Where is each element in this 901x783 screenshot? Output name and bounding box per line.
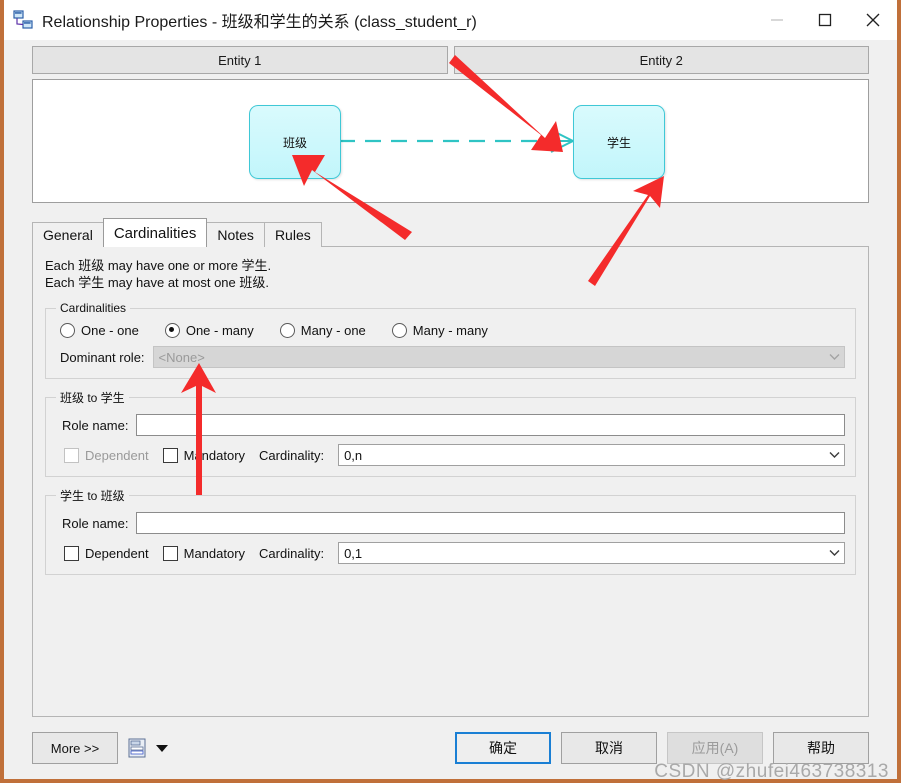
role-a-cardinality-combobox[interactable]: 0,n (338, 444, 845, 466)
radio-dot-one-many (164, 323, 180, 338)
close-button[interactable] (849, 0, 897, 40)
cardinalities-panel: Each 班级 may have one or more 学生. Each 学生… (32, 246, 869, 717)
role-a-dependent-checkbox[interactable]: Dependent (64, 447, 149, 463)
role-b-dependent-label: Dependent (85, 545, 149, 561)
description-line-2: Each 学生 may have at most one 班级. (45, 275, 269, 290)
dominant-role-value: <None> (158, 349, 205, 365)
chevron-down-icon (824, 445, 844, 465)
maximize-button[interactable] (801, 0, 849, 40)
role-a-group: 班级 to 学生 Role name: Dependent Mandatory … (45, 389, 856, 477)
ok-button[interactable]: 确定 (455, 732, 551, 764)
role-a-legend: 班级 to 学生 (60, 391, 125, 405)
radio-one-many[interactable]: One - many (164, 323, 254, 338)
help-button[interactable]: 帮助 (773, 732, 869, 764)
radio-one-one[interactable]: One - one (60, 323, 139, 338)
role-b-name-input[interactable] (136, 512, 845, 534)
role-a-mandatory-checkbox[interactable]: Mandatory (162, 447, 246, 463)
role-b-dependent-checkbox[interactable]: Dependent (64, 545, 149, 561)
radio-label-many-many: Many - many (412, 323, 488, 338)
role-a-cardinality-label: Cardinality: (259, 447, 325, 463)
window-controls (753, 0, 897, 40)
title-bar: Relationship Properties - 班级和学生的关系 (clas… (4, 0, 897, 40)
description-line-1: Each 班级 may have one or more 学生. (45, 258, 272, 273)
role-a-cardinality-value: 0,n (344, 447, 363, 463)
relationship-description: Each 班级 may have one or more 学生. Each 学生… (45, 257, 856, 291)
role-b-legend: 学生 to 班级 (60, 489, 125, 503)
entity-2-button[interactable]: Entity 2 (453, 46, 869, 74)
relationship-properties-dialog: Relationship Properties - 班级和学生的关系 (clas… (0, 0, 901, 783)
role-a-dependent-label: Dependent (85, 447, 149, 463)
chevron-down-icon (824, 347, 844, 367)
role-a-name-row: Role name: (62, 414, 845, 436)
tab-rules[interactable]: Rules (263, 222, 322, 247)
checkbox-box (64, 447, 79, 463)
radio-many-many[interactable]: Many - many (391, 323, 488, 338)
tab-general[interactable]: General (32, 222, 104, 247)
entity-header-bar: Entity 1 Entity 2 (4, 40, 897, 74)
cardinalities-group-legend: Cardinalities (60, 301, 127, 315)
dominant-role-label: Dominant role: (60, 349, 145, 365)
dialog-footer: More >> 确定 取消 应用(A) 帮助 CSDN @zhufei46373… (4, 717, 897, 782)
entity-box-right[interactable]: 学生 (573, 105, 665, 179)
tab-bar: General Cardinalities Notes Rules (32, 218, 897, 247)
cardinalities-group: Cardinalities One - one One - many Many … (45, 301, 856, 379)
cancel-button[interactable]: 取消 (561, 732, 657, 764)
checkbox-box (162, 447, 178, 463)
radio-dot-many-one (279, 323, 295, 338)
checkbox-box (64, 545, 79, 561)
radio-label-many-one: Many - one (300, 323, 366, 338)
role-b-group: 学生 to 班级 Role name: Dependent Mandatory … (45, 487, 856, 575)
relationship-link (337, 120, 574, 162)
role-a-name-input[interactable] (136, 414, 845, 436)
entity-1-button[interactable]: Entity 1 (32, 46, 448, 74)
checkbox-box (162, 545, 178, 561)
minimize-button[interactable] (753, 0, 801, 40)
report-dropdown-arrow[interactable] (156, 744, 168, 752)
radio-label-one-one: One - one (81, 323, 139, 338)
watermark: CSDN @zhufei463738313 (654, 761, 889, 782)
chevron-down-icon (824, 543, 844, 563)
tab-cardinalities[interactable]: Cardinalities (102, 218, 208, 247)
role-b-cardinality-value: 0,1 (344, 545, 363, 561)
more-button[interactable]: More >> (32, 732, 118, 764)
tab-notes[interactable]: Notes (206, 222, 265, 247)
role-a-mandatory-label: Mandatory (183, 447, 246, 463)
window-title: Relationship Properties - 班级和学生的关系 (clas… (42, 14, 477, 31)
apply-button[interactable]: 应用(A) (667, 732, 763, 764)
dominant-role-row: Dominant role: <None> (60, 346, 845, 368)
role-b-name-row: Role name: (62, 512, 845, 534)
role-b-options-row: Dependent Mandatory Cardinality: 0,1 (64, 542, 845, 564)
role-b-name-label: Role name: (62, 515, 129, 531)
role-b-cardinality-label: Cardinality: (259, 545, 325, 561)
dominant-role-combobox[interactable]: <None> (152, 346, 845, 368)
relationship-diagram: 班级 学生 (32, 79, 869, 203)
role-a-options-row: Dependent Mandatory Cardinality: 0,n (64, 444, 845, 466)
role-b-mandatory-label: Mandatory (183, 545, 246, 561)
radio-many-one[interactable]: Many - one (279, 323, 366, 338)
cardinality-radio-group: One - one One - many Many - one Many - m… (60, 323, 845, 338)
radio-dot-one-one (60, 323, 75, 338)
report-icon[interactable] (128, 738, 146, 758)
radio-label-one-many: One - many (185, 323, 254, 338)
radio-dot-many-many (391, 323, 407, 338)
role-b-mandatory-checkbox[interactable]: Mandatory (162, 545, 246, 561)
role-b-cardinality-combobox[interactable]: 0,1 (338, 542, 845, 564)
role-a-name-label: Role name: (62, 417, 129, 433)
entity-box-left[interactable]: 班级 (249, 105, 341, 179)
relationship-icon (12, 9, 34, 31)
